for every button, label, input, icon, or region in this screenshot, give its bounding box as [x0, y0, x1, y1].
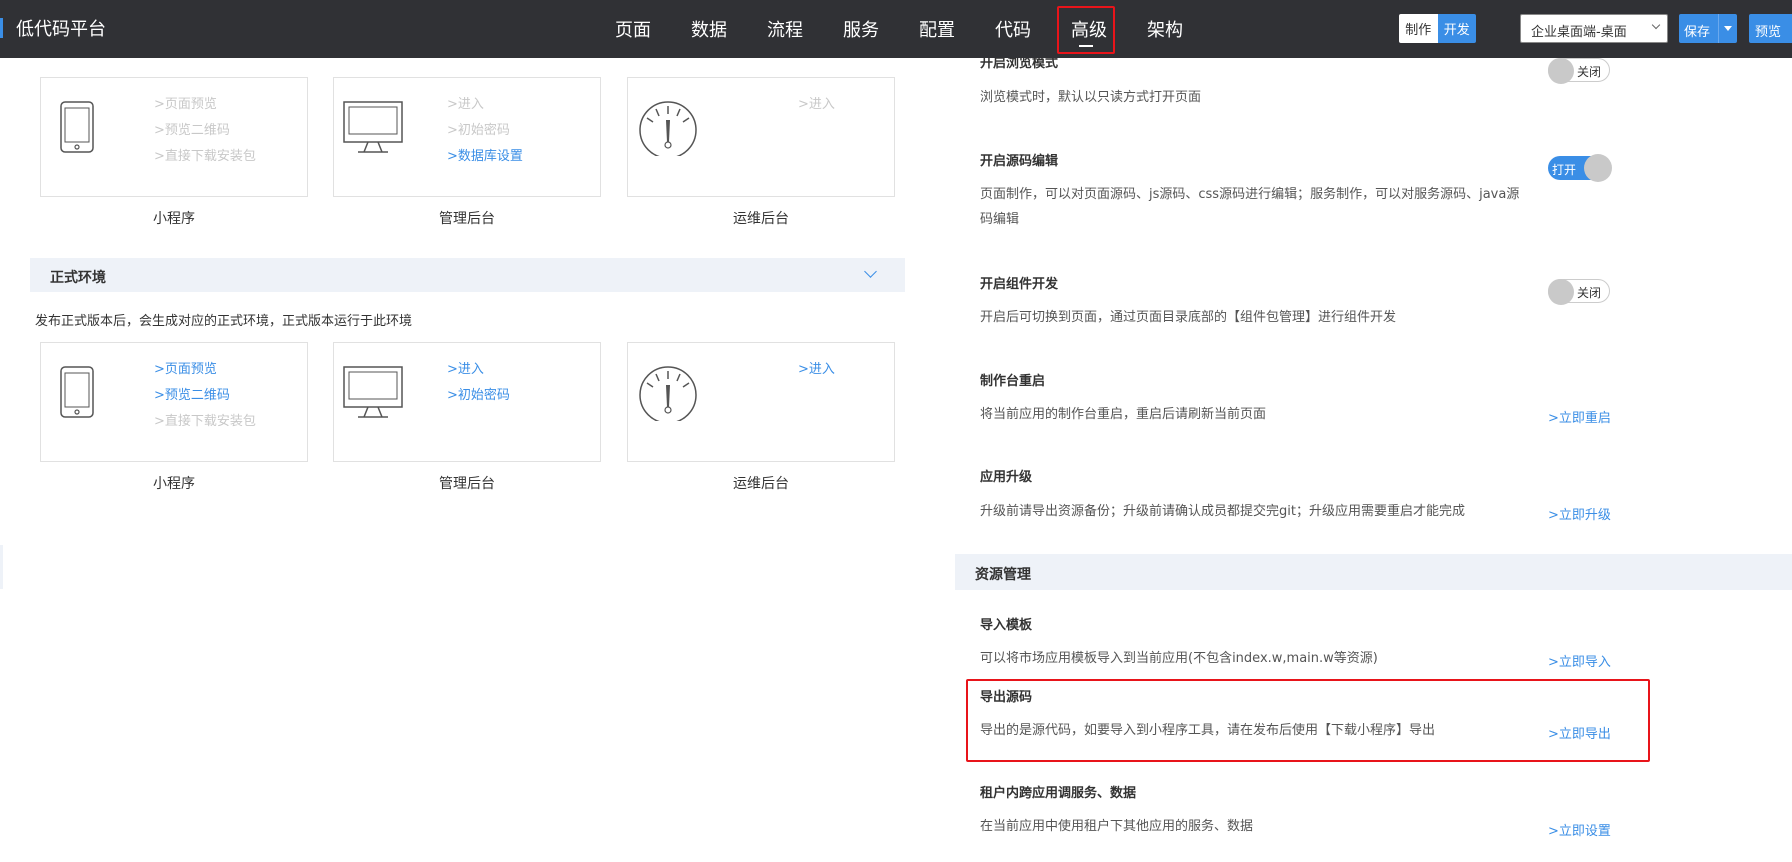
setting-desc-restart: 将当前应用的制作台重启，重启后请刷新当前页面: [980, 407, 1267, 422]
mode-dev-button[interactable]: 开发: [1437, 14, 1476, 43]
save-button[interactable]: 保存: [1679, 14, 1737, 43]
card-ops-test: >进入: [627, 77, 895, 197]
resources-title: 资源管理: [975, 567, 1031, 583]
resources-header: 资源管理: [955, 554, 1792, 590]
toggle-label: 打开: [1552, 163, 1577, 177]
link-page-preview[interactable]: >页面预览: [154, 357, 256, 383]
resource-desc-import-template: 可以将市场应用模板导入到当前应用(不包含index.w,main.w等资源): [980, 651, 1378, 666]
card-links: >进入: [798, 357, 835, 383]
card-admin-prod: >进入 >初始密码: [333, 342, 601, 462]
mode-switch: 制作 开发: [1399, 14, 1476, 43]
setting-title-upgrade: 应用升级: [980, 470, 1033, 485]
monitor-icon: [343, 101, 403, 153]
toggle-browse-mode[interactable]: 关闭: [1548, 58, 1610, 84]
mode-make-button[interactable]: 制作: [1399, 14, 1438, 43]
phone-icon: [60, 366, 94, 418]
save-label: 保存: [1684, 25, 1711, 40]
card-label-admin: 管理后台: [439, 476, 495, 492]
setting-title-restart: 制作台重启: [980, 374, 1046, 389]
nav-item-flow[interactable]: 流程: [767, 16, 803, 42]
card-links: >进入: [798, 92, 835, 118]
link-download-package: >直接下载安装包: [154, 414, 256, 429]
nav-item-page[interactable]: 页面: [615, 16, 651, 42]
toggle-knob: [1548, 58, 1574, 84]
setting-title-source-edit: 开启源码编辑: [980, 154, 1059, 169]
gauge-icon: [639, 366, 697, 421]
gauge-icon: [639, 101, 697, 156]
card-ops-prod: >进入: [627, 342, 895, 462]
brand: 低代码平台: [0, 14, 106, 42]
link-page-preview: >页面预览: [154, 97, 217, 112]
card-label-ops: 运维后台: [733, 476, 789, 492]
link-enter: >进入: [798, 97, 835, 112]
active-tab-indicator: [1079, 45, 1093, 47]
link-database-settings[interactable]: >数据库设置: [447, 144, 523, 170]
resource-desc-export-source: 导出的是源代码，如要导入到小程序工具，请在发布后使用【下载小程序】导出: [980, 723, 1436, 738]
link-preview-qrcode[interactable]: >预览二维码: [154, 383, 256, 409]
card-label-admin: 管理后台: [439, 211, 495, 227]
export-now-link[interactable]: >立即导出: [1548, 723, 1611, 742]
card-links: >进入 >初始密码: [447, 357, 510, 409]
setting-desc-browse-mode: 浏览模式时，默认以只读方式打开页面: [980, 90, 1202, 105]
toggle-label: 关闭: [1577, 65, 1602, 79]
monitor-icon: [343, 366, 403, 418]
card-links: >页面预览 >预览二维码 >直接下载安装包: [154, 92, 256, 170]
restart-now-link[interactable]: >立即重启: [1548, 407, 1611, 426]
configure-now-link[interactable]: >立即设置: [1548, 820, 1611, 839]
nav-item-code[interactable]: 代码: [995, 16, 1031, 42]
prod-env-header[interactable]: 正式环境: [30, 258, 905, 292]
link-download-package: >直接下载安装包: [154, 149, 256, 164]
toggle-label: 关闭: [1577, 286, 1602, 300]
setting-desc-source-edit: 页面制作，可以对页面源码、js源码、css源码进行编辑；服务制作，可以对服务源码…: [980, 187, 1520, 227]
phone-icon: [60, 101, 94, 153]
link-enter[interactable]: >进入: [798, 357, 835, 383]
chevron-down-icon: [1651, 20, 1661, 30]
card-label-miniprogram: 小程序: [153, 211, 195, 227]
brand-accent: [0, 18, 3, 38]
link-preview-qrcode: >预览二维码: [154, 123, 230, 138]
resource-title-export-source: 导出源码: [980, 690, 1033, 705]
preview-button[interactable]: 预览: [1749, 14, 1792, 43]
environment-select[interactable]: 企业桌面端-桌面: [1520, 14, 1668, 43]
import-now-link[interactable]: >立即导入: [1548, 651, 1611, 670]
nav-item-service[interactable]: 服务: [843, 16, 879, 42]
link-initial-password[interactable]: >初始密码: [447, 383, 510, 409]
nav-item-architecture[interactable]: 架构: [1147, 16, 1183, 42]
app-title: 低代码平台: [16, 19, 106, 40]
save-divider: [1718, 14, 1719, 43]
setting-title-component-dev: 开启组件开发: [980, 277, 1059, 292]
setting-desc-component-dev: 开启后可切换到页面，通过页面目录底部的【组件包管理】进行组件开发: [980, 310, 1397, 325]
toggle-knob: [1548, 279, 1574, 305]
card-miniprogram-prod: >页面预览 >预览二维码 >直接下载安装包: [40, 342, 308, 462]
toggle-knob: [1584, 154, 1612, 182]
card-miniprogram-test: >页面预览 >预览二维码 >直接下载安装包: [40, 77, 308, 197]
nav-item-data[interactable]: 数据: [691, 16, 727, 42]
card-links: >进入 >初始密码 >数据库设置: [447, 92, 523, 170]
prod-env-desc: 发布正式版本后，会生成对应的正式环境，正式版本运行于此环境: [35, 314, 413, 329]
link-initial-password: >初始密码: [447, 123, 510, 138]
link-enter: >进入: [447, 97, 484, 112]
resource-title-import-template: 导入模板: [980, 618, 1033, 633]
chevron-down-icon[interactable]: [864, 265, 877, 278]
setting-desc-upgrade: 升级前请导出资源备份；升级前请确认成员都提交完git；升级应用需要重启才能完成: [980, 504, 1465, 519]
environment-select-value: 企业桌面端-桌面: [1531, 25, 1627, 40]
toggle-component-dev[interactable]: 关闭: [1548, 279, 1610, 305]
card-admin-test: >进入 >初始密码 >数据库设置: [333, 77, 601, 197]
toggle-source-edit[interactable]: 打开: [1548, 154, 1612, 182]
card-links: >页面预览 >预览二维码 >直接下载安装包: [154, 357, 256, 435]
prod-env-title: 正式环境: [50, 270, 106, 286]
card-label-miniprogram: 小程序: [153, 476, 195, 492]
left-edge-strip: [0, 545, 3, 589]
save-dropdown-icon[interactable]: [1724, 26, 1732, 31]
card-label-ops: 运维后台: [733, 211, 789, 227]
resource-desc-cross-app: 在当前应用中使用租户下其他应用的服务、数据: [980, 819, 1254, 834]
upgrade-now-link[interactable]: >立即升级: [1548, 504, 1611, 523]
resource-title-cross-app: 租户内跨应用调服务、数据: [980, 786, 1137, 801]
nav-item-config[interactable]: 配置: [919, 16, 955, 42]
link-enter[interactable]: >进入: [447, 357, 510, 383]
top-bar: 低代码平台 页面 数据 流程 服务 配置 代码 高级 架构 制作 开发 企业桌面…: [0, 0, 1792, 58]
